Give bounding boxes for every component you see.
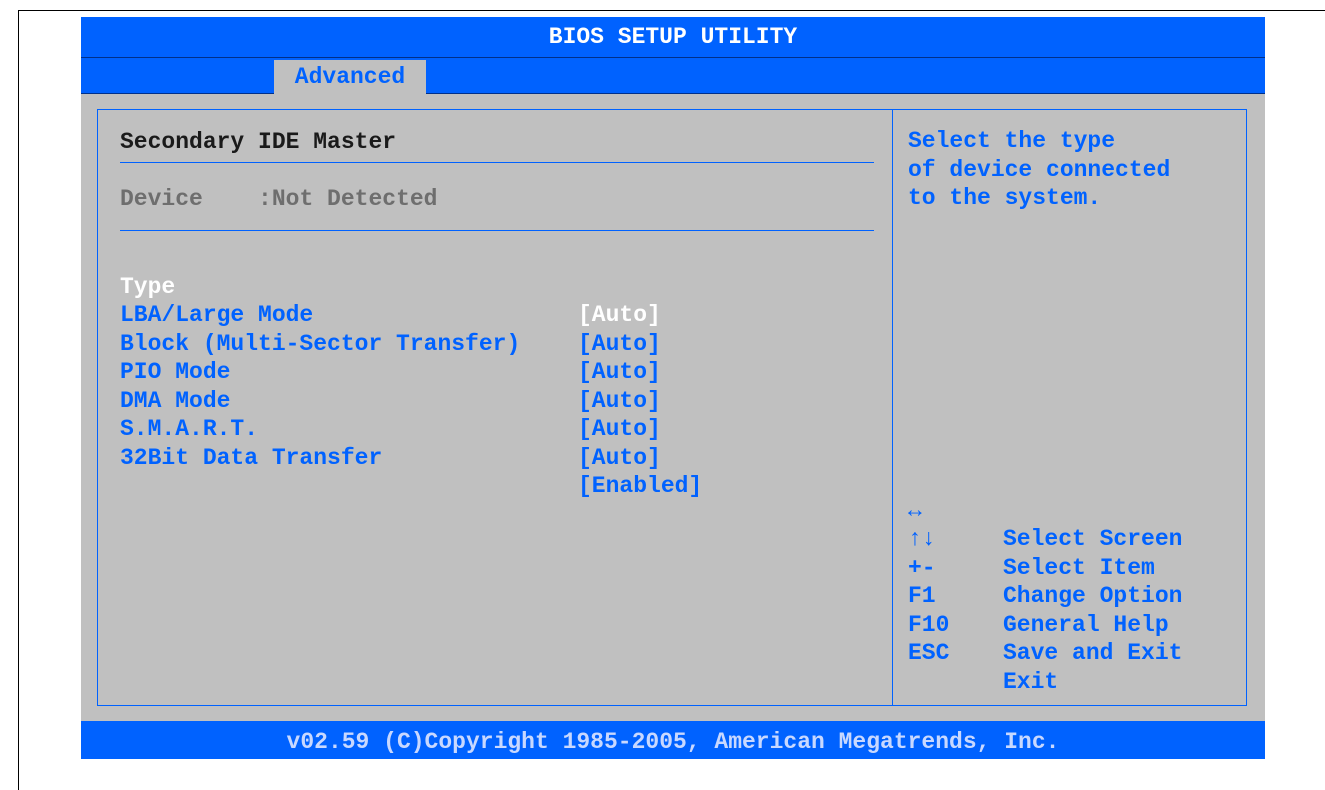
key-description: Exit — [1003, 668, 1059, 695]
window-title: BIOS SETUP UTILITY — [81, 17, 1265, 57]
key-general-help: F1 General Help — [908, 554, 1169, 638]
setting-value[interactable]: [Enabled] — [578, 472, 702, 501]
device-value: :Not Detected — [258, 186, 438, 212]
device-label: Device — [120, 186, 203, 212]
key-description: General Help — [1003, 611, 1169, 638]
key-select-item: ↑↓ Select Item — [908, 497, 1155, 581]
setting-value[interactable]: [Auto] — [578, 387, 661, 416]
panel-divider — [892, 110, 893, 705]
tab-advanced[interactable]: Advanced — [274, 60, 426, 95]
setting-value[interactable]: [Auto] — [578, 358, 661, 387]
copyright-footer: v02.59 (C)Copyright 1985-2005, American … — [81, 721, 1265, 759]
setting-lba-large-mode[interactable]: LBA/Large Mode [Auto] — [120, 273, 661, 357]
device-divider — [120, 230, 874, 231]
key-description: Change Option — [1003, 583, 1183, 609]
key-symbol: ESC — [908, 640, 950, 666]
setting-value[interactable]: [Auto] — [578, 301, 661, 330]
help-line: to the system. — [908, 185, 1102, 211]
key-description: Select Item — [1003, 554, 1155, 581]
key-select-screen: ↔ Select Screen — [908, 468, 1182, 553]
setting-pio-mode[interactable]: PIO Mode [Auto] — [120, 330, 661, 414]
setting-value[interactable]: [Auto] — [578, 330, 661, 359]
setting-type[interactable]: Type [Auto] — [120, 244, 661, 329]
main-panel: Secondary IDE Master Device :Not Detecte… — [97, 109, 1247, 706]
title-divider — [120, 162, 874, 163]
setting-label: 32Bit Data Transfer — [120, 444, 383, 471]
setting-value[interactable]: [Auto] — [578, 444, 661, 473]
setting-block-transfer[interactable]: Block (Multi-Sector Transfer) [Auto] — [120, 301, 661, 386]
settings-list: Type [Auto] LBA/Large Mode [Auto] Block … — [120, 244, 702, 500]
key-legend: ↔ Select Screen ↑↓ Select Item +- Change… — [908, 468, 1182, 695]
key-exit: ESC Exit — [908, 611, 1058, 695]
help-line: Select the type — [908, 128, 1116, 154]
tab-bar: Advanced — [81, 57, 1265, 95]
help-line: of device connected — [908, 156, 1171, 183]
setting-value[interactable]: [Auto] — [578, 415, 661, 444]
setting-smart[interactable]: S.M.A.R.T. [Auto] — [120, 387, 661, 471]
device-status: Device :Not Detected — [120, 184, 437, 214]
key-description: Save and Exit — [1003, 640, 1183, 666]
bios-screen: BIOS SETUP UTILITY Advanced Secondary ID… — [81, 17, 1265, 759]
setting-dma-mode[interactable]: DMA Mode [Auto] — [120, 358, 661, 443]
key-change-option: +- Change Option — [908, 525, 1182, 610]
key-description: Select Screen — [1003, 526, 1183, 552]
section-title: Secondary IDE Master — [120, 129, 397, 155]
help-text: Select the type of device connected to t… — [908, 127, 1238, 213]
key-save-exit: F10 Save and Exit — [908, 582, 1182, 667]
setting-32bit-transfer[interactable]: 32Bit Data Transfer [Enabled] — [120, 415, 702, 500]
